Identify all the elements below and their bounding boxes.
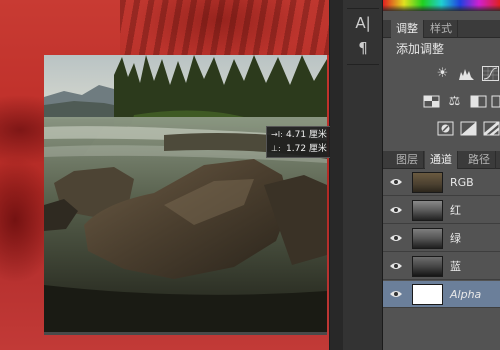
width-arrow-icon: →I: xyxy=(271,130,283,139)
channel-thumbnail xyxy=(412,284,443,305)
gradient-map-icon[interactable] xyxy=(483,121,500,136)
photo-filter-icon[interactable] xyxy=(491,94,500,109)
invert-icon[interactable] xyxy=(437,121,454,136)
photoshop-workspace: →I: 4.71 厘米 ⊥: 1.72 厘米 A| ¶ 调整 样式 添加调整 ☀ xyxy=(0,0,500,350)
vertical-scrollbar[interactable] xyxy=(329,0,330,350)
channel-label: 绿 xyxy=(450,232,461,245)
brightness-contrast-icon[interactable]: ☀ xyxy=(434,66,451,81)
character-panel-icon[interactable]: A| xyxy=(351,12,375,34)
height-arrow-icon: ⊥: xyxy=(271,144,281,153)
measure-height-row: ⊥: 1.72 厘米 xyxy=(271,142,330,156)
measure-width-value: 4.71 厘米 xyxy=(286,130,327,140)
eye-icon[interactable] xyxy=(390,177,402,187)
color-spectrum-bar[interactable] xyxy=(383,0,500,11)
channel-label: 蓝 xyxy=(450,260,461,273)
eye-icon[interactable] xyxy=(390,233,402,243)
channel-thumbnail xyxy=(412,172,443,193)
canvas-bottom-edge xyxy=(44,332,327,335)
unmasked-photo-region[interactable] xyxy=(44,55,327,333)
eye-icon[interactable] xyxy=(390,289,402,299)
channel-label: RGB xyxy=(450,176,474,189)
collapsed-panel-gutter: A| ¶ xyxy=(343,0,383,350)
river-rock-photo xyxy=(44,55,327,333)
measure-width-row: →I: 4.71 厘米 xyxy=(271,128,330,142)
tab-layers[interactable]: 图层 xyxy=(391,151,424,169)
tab-adjustments[interactable]: 调整 xyxy=(391,20,424,38)
channel-row-alpha[interactable]: Alpha xyxy=(383,281,500,308)
color-balance-icon[interactable]: ⚖ xyxy=(446,94,463,109)
tab-paths[interactable]: 路径 xyxy=(463,151,496,169)
channel-thumbnail xyxy=(412,200,443,221)
gutter-divider xyxy=(347,8,379,9)
channel-row-green[interactable]: 绿 xyxy=(383,225,500,252)
channel-row-blue[interactable]: 蓝 xyxy=(383,253,500,280)
paragraph-panel-icon[interactable]: ¶ xyxy=(351,37,375,59)
adjustments-title: 添加调整 xyxy=(396,42,445,56)
tab-styles[interactable]: 样式 xyxy=(425,20,458,38)
masked-treeline xyxy=(120,0,330,55)
channels-tabbar: 图层 通道 路径 xyxy=(383,151,500,169)
measurement-tooltip: →I: 4.71 厘米 ⊥: 1.72 厘米 xyxy=(266,126,330,158)
adjustments-tabbar: 调整 样式 xyxy=(383,20,500,38)
channel-thumbnail xyxy=(412,256,443,277)
black-white-icon[interactable] xyxy=(470,94,487,109)
channel-row-rgb[interactable]: RGB xyxy=(383,169,500,196)
tab-channels[interactable]: 通道 xyxy=(425,151,458,169)
eye-icon[interactable] xyxy=(390,205,402,215)
measure-height-value: 1.72 厘米 xyxy=(286,144,327,154)
posterize-icon[interactable] xyxy=(460,121,477,136)
channel-label: Alpha xyxy=(450,288,482,301)
gutter-divider xyxy=(347,64,379,65)
document-canvas[interactable]: →I: 4.71 厘米 ⊥: 1.72 厘米 xyxy=(0,0,330,350)
vibrance-icon[interactable] xyxy=(423,94,440,109)
right-panel-dock: 调整 样式 添加调整 ☀ ⚖ 图层 通道 路径 RGB 红 绿 蓝 Alpha xyxy=(383,0,500,350)
channel-label: 红 xyxy=(450,204,461,217)
channel-thumbnail xyxy=(412,228,443,249)
curves-icon[interactable] xyxy=(482,66,499,81)
eye-icon[interactable] xyxy=(390,261,402,271)
levels-icon[interactable] xyxy=(458,66,475,81)
channel-row-red[interactable]: 红 xyxy=(383,197,500,224)
